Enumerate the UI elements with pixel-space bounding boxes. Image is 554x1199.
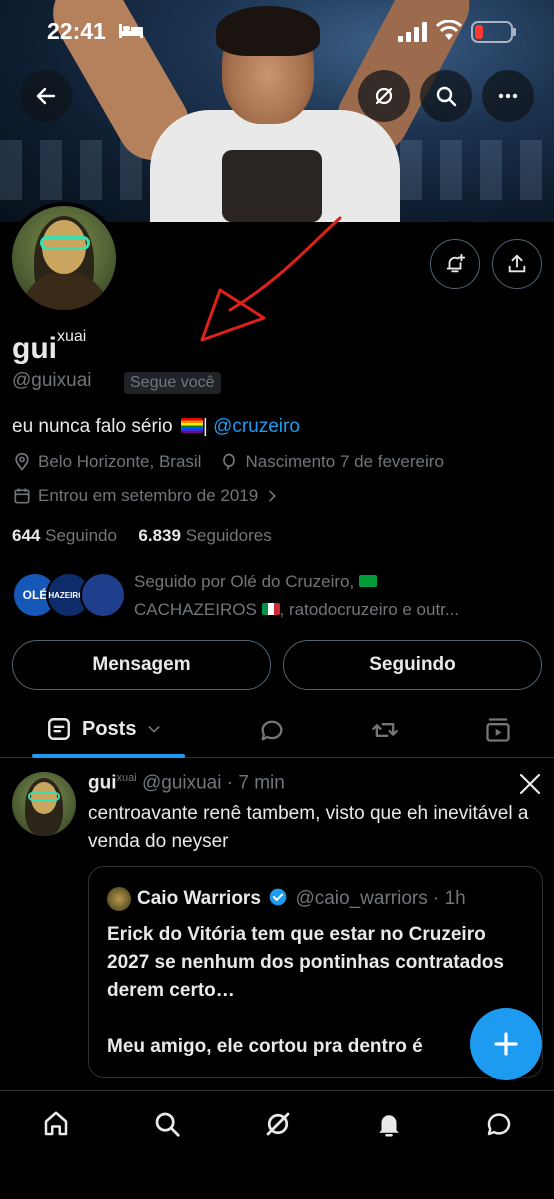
balloon-icon [223, 453, 236, 470]
tab-posts[interactable]: Posts [46, 716, 172, 742]
bottom-navigation [0, 1090, 554, 1199]
message-button[interactable]: Mensagem [12, 640, 271, 690]
location-pin-icon [15, 452, 29, 471]
tweet-avatar-glasses [28, 792, 60, 801]
grok-icon [375, 87, 393, 105]
x-logo-icon [519, 773, 541, 795]
avatar-glasses [40, 236, 90, 250]
quoted-tweet-text: Erick do Vitória tem que estar no Cruzei… [107, 921, 527, 1061]
bio-text: eu nunca falo sério [12, 416, 173, 437]
tweet-author-superscript: xuai [116, 772, 137, 784]
calendar-icon [14, 488, 30, 504]
share-button[interactable] [492, 239, 542, 289]
tweet-text: centroavante renê tambem, visto que eh i… [88, 803, 529, 852]
tweet-author-name[interactable]: gui [88, 772, 117, 793]
display-name: guixuai [12, 328, 86, 366]
rainbow-flag-icon [180, 418, 203, 433]
tweet-handle-time: @guixuai · 7 min [141, 772, 285, 794]
tab-replies[interactable] [258, 716, 286, 744]
battery-low-icon [471, 21, 516, 43]
bed-icon [119, 24, 143, 38]
bio-mention-link[interactable]: @cruzeiro [213, 416, 300, 437]
status-time: 22:41 [47, 18, 106, 44]
banner-hair [216, 6, 320, 56]
grok-button[interactable] [358, 70, 410, 122]
profile-tabs: Posts [0, 702, 554, 758]
back-button[interactable] [20, 70, 72, 122]
followed-by-avatars[interactable]: OLÉ HAZEIROS [12, 572, 126, 620]
tab-media[interactable] [484, 716, 512, 744]
tab-reposts[interactable] [371, 716, 399, 744]
more-icon [498, 93, 518, 99]
avatar-image [12, 206, 116, 310]
notifications-icon[interactable] [374, 1109, 404, 1139]
quoted-author-name: Caio Warriors [137, 888, 261, 909]
brazil-flag-icon [358, 575, 377, 587]
follow-counts: 644 Seguindo 6.839 Seguidores [12, 526, 272, 546]
profile-meta-joined[interactable]: Entrou em setembro de 2019 [12, 486, 286, 506]
following-label: Seguindo [45, 526, 117, 545]
following-count-link[interactable]: 644 Seguindo [12, 526, 117, 545]
notifications-subscribe-button[interactable] [430, 239, 480, 289]
tweet-avatar[interactable] [12, 772, 76, 836]
profile-avatar[interactable] [8, 202, 120, 314]
compose-button[interactable] [470, 1008, 542, 1080]
red-annotation-arrow [200, 216, 342, 342]
tweet-avatar-image [12, 772, 76, 836]
profile-bio: eu nunca falo sério | @cruzeiro [12, 416, 300, 438]
posts-icon [48, 718, 70, 740]
followers-count-link[interactable]: 6.839 Seguidores [138, 526, 271, 545]
followed-by-line1: Seguido por Olé do Cruzeiro, [134, 572, 355, 591]
home-icon[interactable] [41, 1109, 71, 1139]
followed-by-line2a: CACHAZEIROS [134, 600, 257, 619]
followed-avatar-rato [80, 572, 126, 618]
display-name-superscript: xuai [57, 328, 87, 345]
joined-text: Entrou em setembro de 2019 [38, 486, 259, 505]
wifi-icon [436, 20, 462, 40]
bell-plus-icon [446, 253, 466, 273]
following-count: 644 [12, 526, 41, 545]
following-button[interactable]: Seguindo [283, 640, 542, 690]
search-button[interactable] [420, 70, 472, 122]
signal-icon [398, 22, 427, 42]
messages-icon[interactable] [484, 1109, 514, 1139]
birthday-text: Nascimento 7 de fevereiro [245, 452, 444, 471]
follows-you-badge: Segue você [124, 372, 221, 394]
location-text: Belo Horizonte, Brasil [38, 452, 202, 471]
quoted-text-line2: Meu amigo, ele cortou pra dentro é [107, 1036, 423, 1057]
nav-grok-icon[interactable] [263, 1109, 293, 1139]
nav-search-icon[interactable] [152, 1109, 182, 1139]
chevron-right-icon [269, 490, 276, 502]
display-name-text: gui [12, 332, 57, 365]
share-icon [508, 254, 526, 273]
verified-badge-icon [269, 888, 287, 906]
quoted-tweet-avatar [107, 887, 131, 911]
quoted-tweet-header: Caio Warriors @caio_warriors · 1h [137, 887, 466, 910]
followed-by-text[interactable]: Seguido por Olé do Cruzeiro, CACHAZEIROS… [134, 568, 534, 624]
quoted-text-line1: Erick do Vitória tem que estar no Cruzei… [107, 924, 504, 1001]
tab-posts-label: Posts [82, 717, 137, 740]
active-tab-indicator [32, 754, 185, 758]
followers-label: Seguidores [185, 526, 272, 545]
profile-handle: @guixuai [12, 370, 92, 391]
more-button[interactable] [482, 70, 534, 122]
italy-flag-icon [261, 603, 280, 615]
bio-separator: | [202, 416, 208, 437]
followers-count: 6.839 [138, 526, 181, 545]
back-arrow-icon [36, 87, 56, 105]
followed-by-line2b: , ratodocruzeiro e outr... [279, 600, 460, 619]
chevron-down-icon [149, 726, 160, 733]
tweet-header: guixuai @guixuai · 7 min [88, 772, 285, 794]
profile-meta-location-birthday: Belo Horizonte, Brasil Nascimento 7 de f… [12, 452, 444, 472]
plus-icon [494, 1032, 518, 1056]
quoted-handle-time: @caio_warriors · 1h [295, 888, 466, 909]
search-icon [436, 86, 457, 107]
